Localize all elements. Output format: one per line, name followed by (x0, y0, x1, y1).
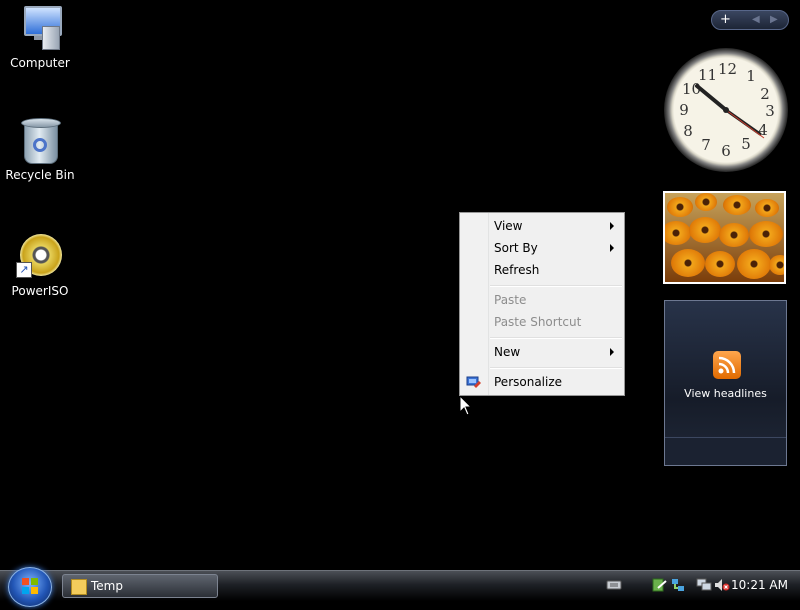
menu-item-label: View (494, 219, 523, 233)
menu-item-label: New (494, 345, 521, 359)
clock-gadget[interactable]: 12 1 2 3 4 5 6 7 8 9 10 11 (664, 48, 788, 172)
desktop-context-menu: View Sort By Refresh Paste Paste Shortcu… (459, 212, 625, 396)
add-gadget-button[interactable]: + (720, 12, 731, 27)
context-menu-item-paste[interactable]: Paste (488, 289, 624, 311)
rss-feed-icon (713, 351, 741, 379)
personalize-icon (466, 375, 482, 389)
shortcut-arrow-icon: ↗ (16, 262, 32, 278)
desktop-icon-poweriso[interactable]: ↗ PowerISO (0, 232, 80, 298)
desktop-icon-recycle-bin[interactable]: Recycle Bin (0, 116, 80, 182)
context-menu-item-sort-by[interactable]: Sort By (488, 237, 624, 259)
submenu-arrow-icon (610, 244, 614, 252)
menu-item-label: Paste (494, 293, 527, 307)
menu-item-label: Paste Shortcut (494, 315, 582, 329)
computer-icon (16, 4, 64, 52)
network-connections-icon[interactable] (696, 578, 712, 592)
menu-item-label: Personalize (494, 375, 563, 389)
taskbar: Temp 10:21 AM (0, 567, 800, 607)
previous-page-button[interactable]: ◀ (752, 14, 760, 25)
menu-separator (490, 367, 622, 369)
context-menu-item-personalize[interactable]: Personalize (488, 371, 624, 393)
next-page-button[interactable]: ▶ (770, 14, 778, 25)
menu-item-label: Sort By (494, 241, 538, 255)
feed-headlines-gadget[interactable]: View headlines (664, 300, 787, 466)
start-button[interactable] (8, 567, 52, 607)
submenu-arrow-icon (610, 348, 614, 356)
folder-icon (71, 579, 87, 595)
menu-item-label: Refresh (494, 263, 540, 277)
desktop-icon-computer[interactable]: Computer (0, 4, 80, 70)
network-icon[interactable] (670, 578, 686, 592)
security-icon[interactable] (652, 578, 668, 592)
poweriso-disc-icon: ↗ (16, 232, 64, 280)
volume-muted-icon[interactable] (714, 578, 730, 592)
clock-hands (695, 84, 765, 139)
tray-clock[interactable]: 10:21 AM (731, 578, 788, 592)
taskbar-button-label: Temp (91, 579, 123, 593)
taskbar-button-temp[interactable]: Temp (62, 574, 218, 598)
context-menu-item-paste-shortcut[interactable]: Paste Shortcut (488, 311, 624, 333)
feed-footer (665, 437, 786, 465)
desktop-icon-label: PowerISO (11, 284, 69, 298)
menu-separator (490, 337, 622, 339)
sidebar-controls: + ◀ ▶ (711, 10, 789, 30)
submenu-arrow-icon (610, 222, 614, 230)
recycle-bin-icon (16, 116, 64, 164)
view-headlines-link[interactable]: View headlines (665, 387, 786, 400)
windows-logo-icon (22, 578, 38, 594)
desktop-icon-label: Recycle Bin (5, 168, 75, 182)
context-menu-item-new[interactable]: New (488, 341, 624, 363)
context-menu-item-view[interactable]: View (488, 215, 624, 237)
context-menu-item-refresh[interactable]: Refresh (488, 259, 624, 281)
slideshow-gadget[interactable] (663, 191, 786, 284)
menu-separator (490, 285, 622, 287)
mouse-cursor-icon (460, 396, 472, 416)
context-menu-gutter (460, 213, 489, 395)
desktop-icon-label: Computer (10, 56, 70, 70)
keyboard-icon[interactable] (606, 578, 622, 592)
